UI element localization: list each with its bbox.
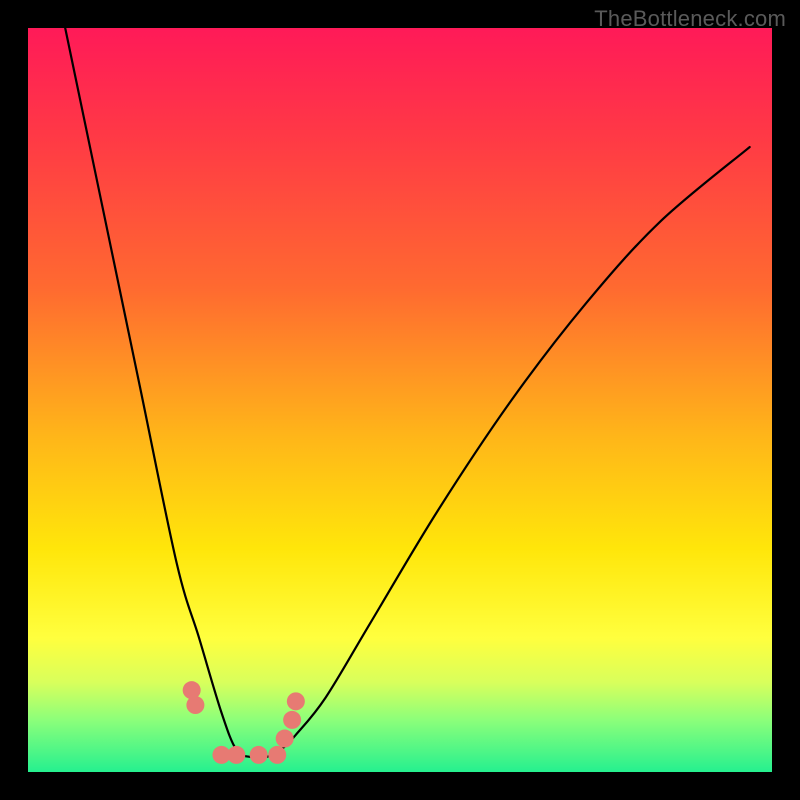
valley-dot xyxy=(276,730,294,748)
valley-dot xyxy=(283,711,301,729)
chart-frame: TheBottleneck.com xyxy=(0,0,800,800)
valley-dot xyxy=(250,746,268,764)
valley-dot xyxy=(287,692,305,710)
valley-dots xyxy=(183,681,305,764)
valley-dot xyxy=(268,746,286,764)
plot-area xyxy=(28,28,772,772)
valley-dot xyxy=(227,746,245,764)
valley-dot xyxy=(186,696,204,714)
curve-path xyxy=(65,28,749,758)
bottleneck-curve xyxy=(28,28,772,772)
